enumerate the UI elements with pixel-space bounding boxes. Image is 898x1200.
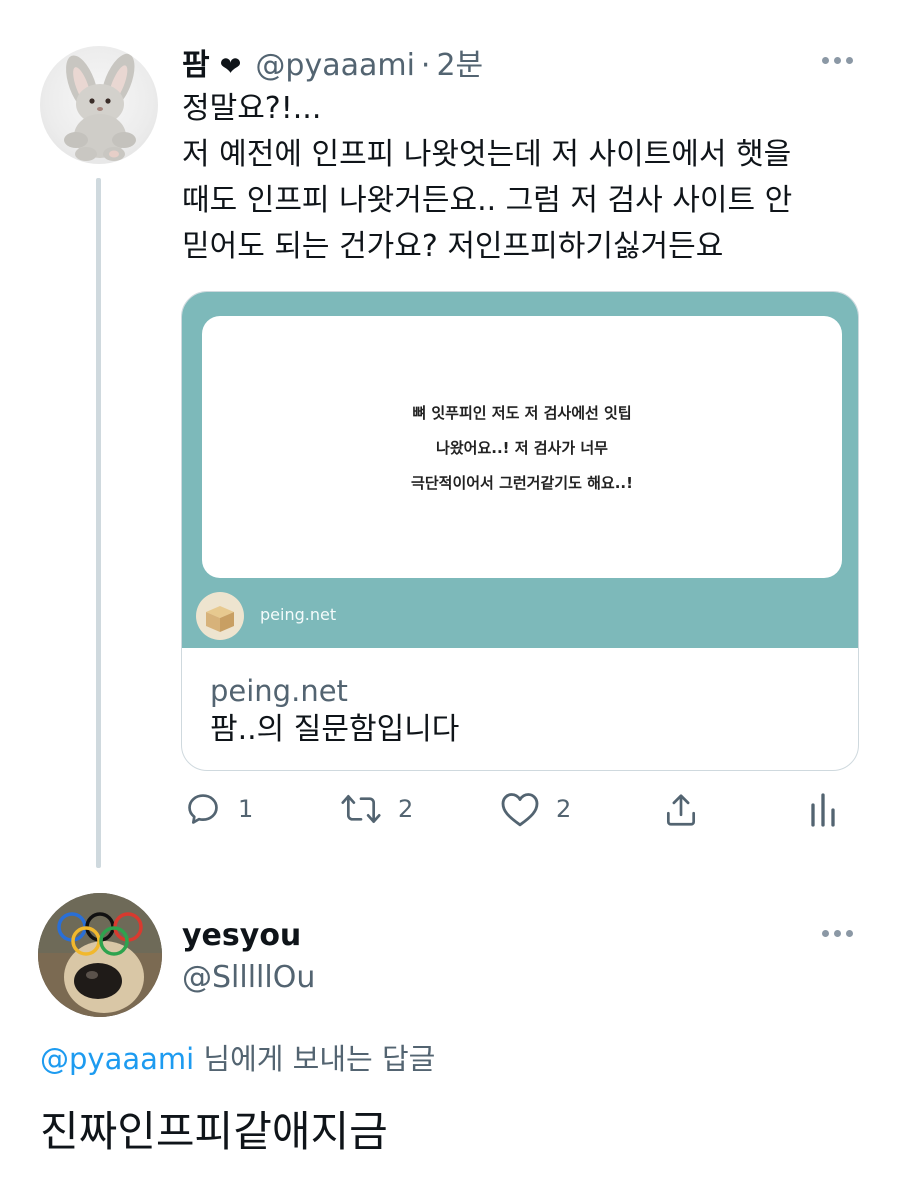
mention-link[interactable]: @pyaaami [40,1042,194,1076]
card-image-line: 뼈 잇푸피인 저도 저 검사에선 잇팁 [412,403,632,422]
link-preview-card[interactable]: 뼈 잇푸피인 저도 저 검사에선 잇팁 나왔어요..! 저 검사가 너무 극단적… [181,291,859,771]
cardboard-box-icon [196,592,244,640]
heart-icon [501,793,539,827]
card-info: peing.net 팜..의 질문함입니다 [210,672,459,750]
analytics-button[interactable] [806,790,840,830]
heart-emoji-icon: ❤ [219,52,242,82]
card-image-message: 뼈 잇푸피인 저도 저 검사에선 잇팁 나왔어요..! 저 검사가 너무 극단적… [202,316,842,578]
display-name[interactable]: 팜 [182,40,210,84]
separator-dot: · [420,48,431,83]
share-button[interactable] [662,790,700,830]
tweet-line: 때도 인프피 나왓거든요.. 그럼 저 검사 사이트 안 [182,183,793,218]
user-handle[interactable]: @pyaaami [255,48,415,83]
card-image-site: peing.net [260,605,337,624]
card-image-line: 나왔어요..! 저 검사가 너무 [436,438,608,457]
share-icon [666,794,696,826]
retweet-icon [341,794,381,824]
like-count: 2 [556,795,572,823]
analytics-icon [811,793,835,827]
tweet-body: 정말요?!... 저 예전에 인프피 나왓엇는데 저 사이트에서 햇을 때도 인… [182,86,872,270]
avatar[interactable] [38,893,162,1017]
dog-olympic-rings-image [38,893,162,1017]
more-options-icon[interactable] [822,930,853,937]
bunny-plush-image [64,53,136,161]
tweet-header: 팜 ❤ @pyaaami · 2분 [182,40,483,84]
more-options-icon[interactable] [822,57,853,64]
retweet-count: 2 [398,795,414,823]
reply-body: 진짜인프피같애지금 [40,1107,388,1156]
replying-to: @pyaaami 님에게 보내는 답글 [40,1036,435,1078]
tweet-thread: 팜 ❤ @pyaaami · 2분 정말요?!... 저 예전에 인프피 나왓엇… [0,0,898,1200]
card-image: 뼈 잇푸피인 저도 저 검사에선 잇팁 나왔어요..! 저 검사가 너무 극단적… [182,292,858,648]
avatar[interactable] [40,46,158,164]
card-title: 팜..의 질문함입니다 [210,712,460,747]
display-name[interactable]: yesyou [182,918,301,953]
tweet-line: 저 예전에 인프피 나왓엇는데 저 사이트에서 햇을 [182,137,792,172]
retweet-button[interactable]: 2 [340,790,413,828]
reply-button[interactable]: 1 [184,790,253,828]
like-button[interactable]: 2 [500,790,571,828]
thread-connector-line [96,178,101,868]
tweet-line: 믿어도 되는 건가요? 저인프피하기싫거든요 [182,229,724,264]
card-image-line: 극단적이어서 그런거같기도 해요..! [411,473,633,492]
timestamp[interactable]: 2분 [436,40,483,84]
reply-count: 1 [238,795,254,823]
user-handle[interactable]: @SlllllOu [182,960,315,995]
replying-to-suffix: 님에게 보내는 답글 [194,1042,436,1076]
reply-icon [188,794,218,824]
tweet-line: 정말요?!... [182,91,322,126]
card-domain: peing.net [210,674,348,708]
